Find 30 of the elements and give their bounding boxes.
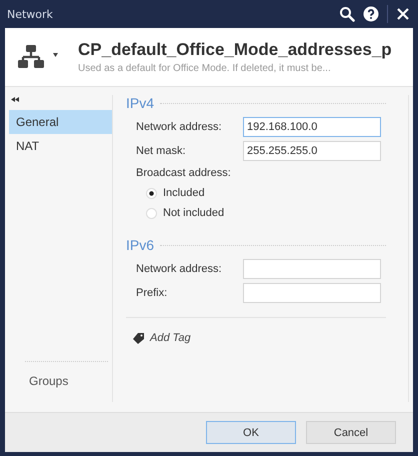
dialog-button[interactable]: Cancel bbox=[306, 421, 396, 444]
network-icon bbox=[18, 45, 44, 69]
collapse-icon[interactable] bbox=[11, 97, 19, 102]
radio-button[interactable] bbox=[146, 188, 157, 198]
dialog-button[interactable]: OK bbox=[206, 421, 296, 444]
field-label: Prefix: bbox=[136, 287, 168, 299]
add-tag-link[interactable]: Add Tag bbox=[150, 332, 191, 344]
search-icon[interactable] bbox=[339, 6, 355, 22]
field-label: Net mask: bbox=[136, 145, 187, 157]
field-label: Network address: bbox=[136, 121, 223, 133]
field-label: Network address: bbox=[136, 263, 223, 275]
radio-label[interactable]: Not included bbox=[163, 207, 224, 219]
section-title: IPv6 bbox=[126, 237, 154, 253]
sidebar-item[interactable]: Groups bbox=[9, 374, 112, 402]
radio-label[interactable]: Included bbox=[163, 187, 205, 199]
section-title: IPv4 bbox=[126, 95, 154, 111]
tag-icon bbox=[133, 332, 144, 344]
window-title: Network bbox=[7, 8, 53, 20]
field-label: Broadcast address: bbox=[135, 167, 232, 179]
radio-button[interactable] bbox=[146, 208, 157, 218]
close-icon[interactable] bbox=[396, 7, 410, 21]
input-field[interactable]: 192.168.100.0 bbox=[243, 117, 381, 137]
input-field[interactable]: 255.255.255.0 bbox=[243, 141, 381, 161]
object-name[interactable]: CP_default_Office_Mode_addresses_p bbox=[78, 40, 392, 60]
dropdown-icon[interactable] bbox=[53, 53, 58, 57]
help-icon[interactable] bbox=[363, 6, 379, 22]
input-field[interactable] bbox=[243, 259, 381, 279]
sidebar-item[interactable]: NAT bbox=[9, 134, 112, 158]
sidebar-item[interactable]: General bbox=[9, 110, 112, 134]
input-field[interactable] bbox=[243, 283, 381, 303]
